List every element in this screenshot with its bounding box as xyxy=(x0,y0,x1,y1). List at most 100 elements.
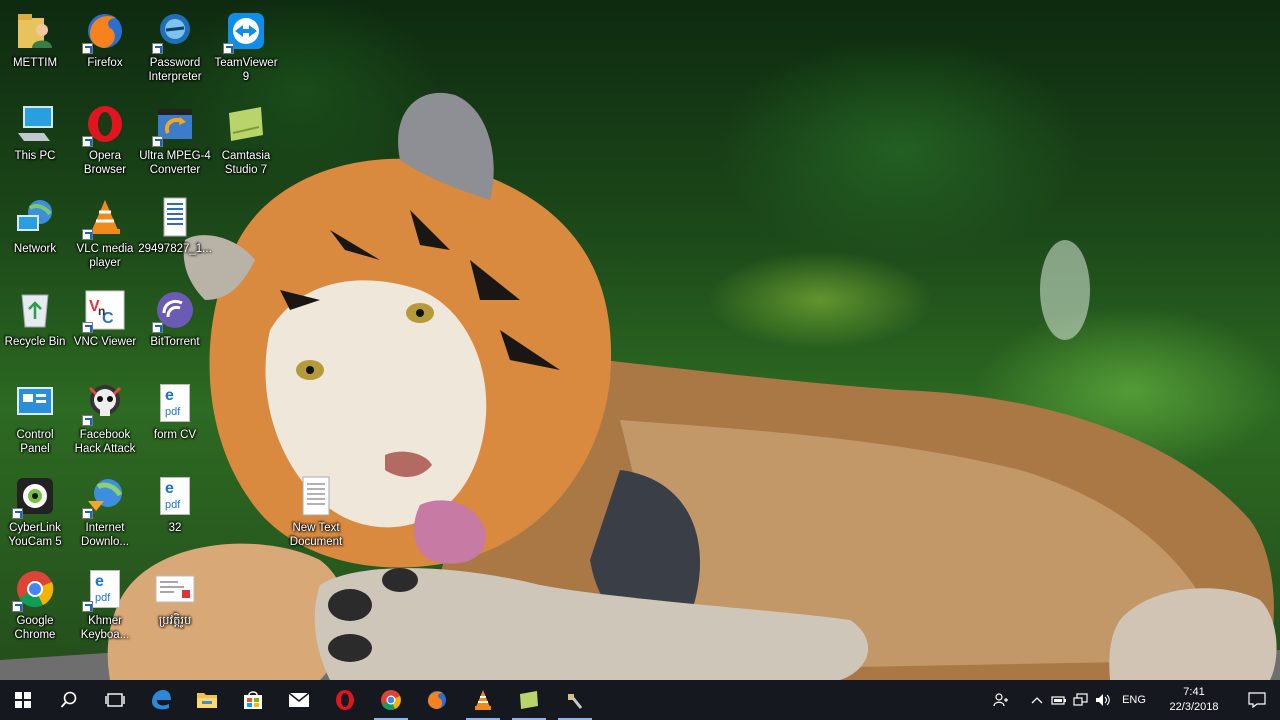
chrome-icon xyxy=(381,690,401,710)
icon-label: Facebook Hack Attack xyxy=(74,429,136,455)
shortcut-arrow-icon xyxy=(12,508,23,519)
icon-label: form CV xyxy=(153,429,197,441)
internet-download-icon xyxy=(82,475,126,519)
icon-label: Ultra MPEG-4 Converter xyxy=(139,150,211,176)
desktop-icon-control-panel[interactable]: Control Panel xyxy=(0,376,70,456)
task-view-icon xyxy=(105,693,125,707)
taskbar-app[interactable] xyxy=(552,680,598,720)
generic-app-icon xyxy=(568,694,583,709)
search-button[interactable] xyxy=(46,680,92,720)
shortcut-arrow-icon xyxy=(82,508,93,519)
camtasia-icon xyxy=(520,691,538,709)
desktop-icon-cyberlink-youcam[interactable]: CyberLink YouCam 5 xyxy=(0,469,70,549)
firefox-icon xyxy=(428,691,446,709)
network-icon xyxy=(14,196,56,238)
user-folder-icon xyxy=(14,10,56,52)
taskbar-edge[interactable] xyxy=(138,680,184,720)
icon-label: Recycle Bin xyxy=(4,336,66,348)
desktop-icon-internet-download[interactable]: Internet Downlo... xyxy=(70,469,140,549)
people-button[interactable] xyxy=(990,680,1012,720)
power-button[interactable] xyxy=(1048,680,1070,720)
desktop-icon-grid: METTIM This PC Network Recycle Bin Contr… xyxy=(0,0,342,680)
desktop-icon-this-pc[interactable]: This PC xyxy=(0,97,70,163)
chevron-up-icon xyxy=(1031,697,1043,704)
shortcut-arrow-icon xyxy=(223,43,234,54)
camtasia-icon xyxy=(225,103,267,145)
desktop-icon-bittorrent[interactable]: BitTorrent xyxy=(140,283,210,349)
desktop-icon-camtasia[interactable]: Camtasia Studio 7 xyxy=(211,97,281,177)
webcam-icon xyxy=(12,475,56,519)
icon-label: Firefox xyxy=(87,57,123,69)
taskbar-file-explorer[interactable] xyxy=(184,680,230,720)
shortcut-arrow-icon xyxy=(82,601,93,612)
shortcut-arrow-icon xyxy=(152,43,163,54)
desktop-icon-ultra-mpeg4-converter[interactable]: Ultra MPEG-4 Converter xyxy=(139,97,211,177)
search-icon xyxy=(60,691,77,708)
action-center-button[interactable] xyxy=(1234,680,1280,720)
svg-text:n: n xyxy=(98,304,105,318)
computer-icon xyxy=(14,103,56,145)
pdf-icon: e pdf xyxy=(154,382,196,424)
windows-start-icon xyxy=(15,692,31,708)
text-document-icon xyxy=(295,475,337,517)
store-icon xyxy=(244,691,262,709)
desktop-icon-khmer-keyboard[interactable]: e pdf Khmer Keyboa... xyxy=(70,562,140,642)
desktop-icon-firefox[interactable]: Firefox xyxy=(70,4,140,70)
shortcut-arrow-icon xyxy=(82,229,93,240)
desktop-icon-vnc-viewer[interactable]: V C n VNC Viewer xyxy=(70,283,140,349)
desktop-icon-opera[interactable]: Opera Browser xyxy=(70,97,140,177)
pdf-icon: e pdf xyxy=(82,568,126,612)
desktop-icon-facebook-hack-attack[interactable]: Facebook Hack Attack xyxy=(70,376,140,456)
clock-time: 7:41 xyxy=(1183,686,1205,698)
taskbar-firefox[interactable] xyxy=(414,680,460,720)
desktop-icon-32[interactable]: e pdf 32 xyxy=(140,469,210,535)
clock-button[interactable]: 7:41 22/3/2018 xyxy=(1154,685,1234,715)
taskbar-vlc[interactable] xyxy=(460,680,506,720)
control-panel-icon xyxy=(14,382,56,424)
network-button[interactable] xyxy=(1070,680,1092,720)
icon-label: VLC media player xyxy=(76,243,134,269)
firefox-icon xyxy=(82,10,126,54)
icon-label: Network xyxy=(13,243,57,255)
icon-label: 32 xyxy=(168,522,182,534)
desktop-icon-teamviewer[interactable]: TeamViewer 9 xyxy=(211,4,281,84)
icon-label: CyberLink YouCam 5 xyxy=(8,522,62,548)
desktop-icon-document-29497827[interactable]: 29497827_1... xyxy=(138,190,212,256)
taskbar-store[interactable] xyxy=(230,680,276,720)
clock-date: 22/3/2018 xyxy=(1169,701,1219,713)
video-converter-icon xyxy=(152,103,196,147)
show-hidden-icons-button[interactable] xyxy=(1026,680,1048,720)
icon-label: VNC Viewer xyxy=(73,336,137,348)
edge-icon xyxy=(152,690,171,710)
mail-icon xyxy=(288,692,310,707)
desktop-icon-mettim[interactable]: METTIM xyxy=(0,4,70,70)
folder-icon xyxy=(197,693,217,708)
system-tray: ENG 7:41 22/3/2018 xyxy=(990,680,1280,720)
icon-label: Khmer Keyboa... xyxy=(80,615,130,641)
speaker-icon xyxy=(1096,694,1110,706)
desktop-icon-recycle-bin[interactable]: Recycle Bin xyxy=(0,283,70,349)
taskbar-mail[interactable] xyxy=(276,680,322,720)
desktop-icon-password-interpreter[interactable]: Password Interpreter xyxy=(140,4,210,84)
vlc-icon xyxy=(82,196,126,240)
desktop-icon-new-text-document[interactable]: New Text Document xyxy=(281,469,351,549)
chrome-icon xyxy=(12,568,56,612)
start-button[interactable] xyxy=(0,680,46,720)
desktop-icon-google-chrome[interactable]: Google Chrome xyxy=(0,562,70,642)
taskbar-chrome[interactable] xyxy=(368,680,414,720)
volume-button[interactable] xyxy=(1092,680,1114,720)
desktop-icon-network[interactable]: Network xyxy=(0,190,70,256)
desktop-icon-vlc[interactable]: VLC media player xyxy=(70,190,140,270)
icon-label: TeamViewer 9 xyxy=(214,57,278,83)
input-language-button[interactable]: ENG xyxy=(1114,694,1154,706)
shortcut-arrow-icon xyxy=(82,136,93,147)
desktop-icon-form-cv[interactable]: e pdf form CV xyxy=(140,376,210,442)
taskbar-opera[interactable] xyxy=(322,680,368,720)
taskbar-camtasia[interactable] xyxy=(506,680,552,720)
task-view-button[interactable] xyxy=(92,680,138,720)
desktop-icon-khmer-cv[interactable]: ប្រវត្តិរូប xyxy=(140,562,210,628)
icon-label: Control Panel xyxy=(16,429,54,455)
people-icon xyxy=(993,693,1008,707)
icon-label: New Text Document xyxy=(289,522,343,548)
